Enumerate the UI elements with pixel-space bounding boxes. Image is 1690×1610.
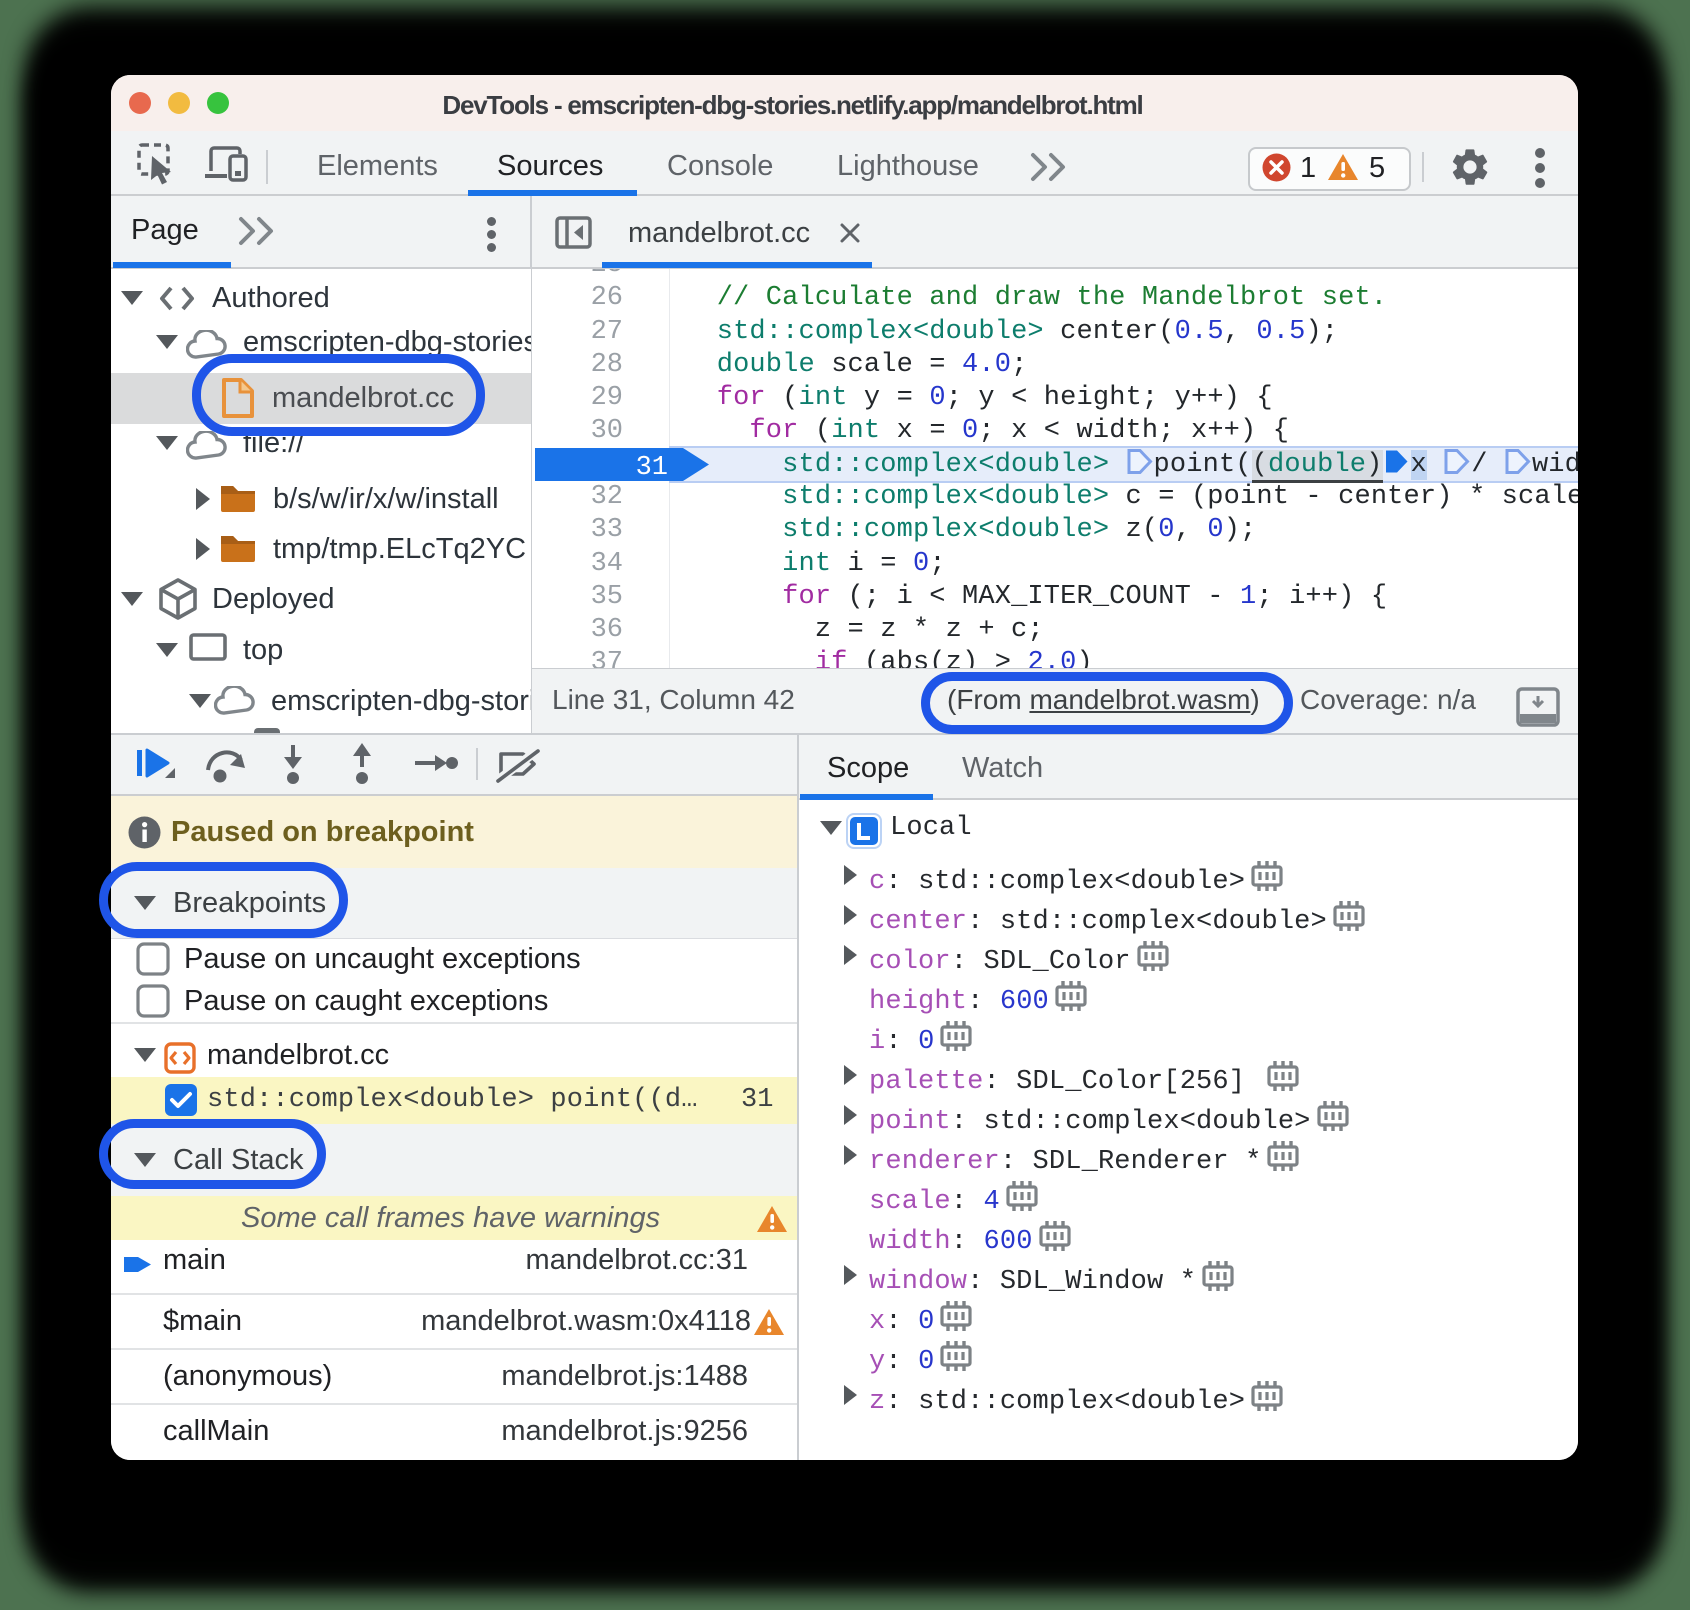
- svg-text:31: 31: [636, 453, 668, 481]
